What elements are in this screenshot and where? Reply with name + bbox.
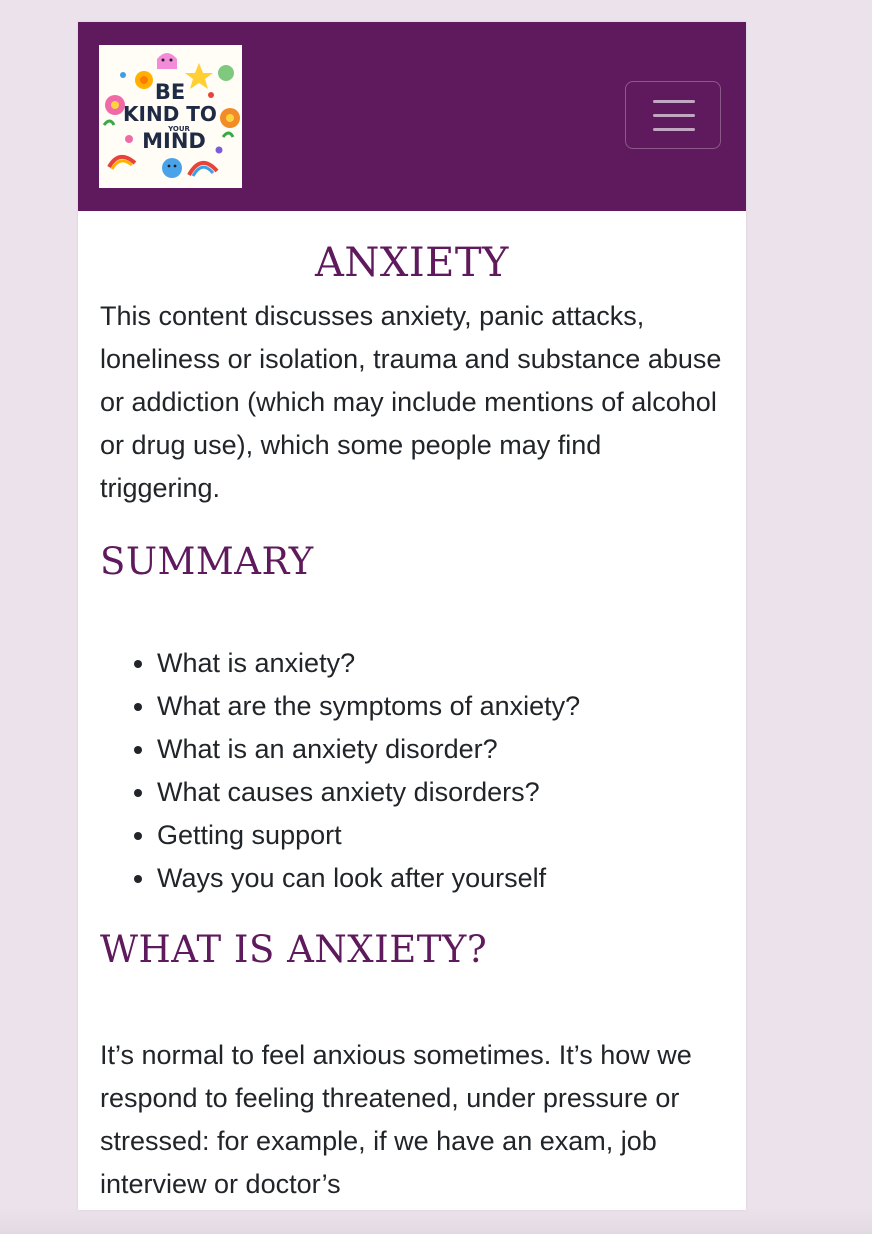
mobile-viewport: BE KIND TO YOUR MIND ANXIETY This conten…: [78, 22, 746, 1210]
logo-text-be: BE: [155, 80, 185, 104]
site-logo[interactable]: BE KIND TO YOUR MIND: [99, 45, 242, 188]
summary-item-what-is-anxiety: What is anxiety?: [157, 642, 724, 685]
logo-text-mind: MIND: [142, 129, 206, 153]
page-title: ANXIETY: [315, 240, 509, 286]
sun-icon: [135, 71, 153, 89]
summary-item-causes: What causes anxiety disorders?: [157, 771, 724, 814]
summary-item-getting-support: Getting support: [157, 814, 724, 857]
navbar: BE KIND TO YOUR MIND: [78, 22, 746, 211]
content-warning: This content discusses anxiety, panic at…: [100, 301, 722, 503]
logo-artwork: BE KIND TO YOUR MIND: [99, 45, 242, 188]
what-is-anxiety-text: It’s normal to feel anxious sometimes. I…: [100, 1040, 692, 1199]
summary-list: What is anxiety? What are the symptoms o…: [100, 642, 724, 900]
smiley-icon: [162, 158, 182, 178]
menu-toggle-button[interactable]: [625, 81, 721, 149]
summary-item-anxiety-disorder: What is an anxiety disorder?: [157, 728, 724, 771]
summary-item-symptoms: What are the symptoms of anxiety?: [157, 685, 724, 728]
window-bottom-edge: [0, 1208, 872, 1234]
flower-icon: [105, 95, 125, 115]
summary-item-self-care: Ways you can look after yourself: [157, 857, 724, 900]
logo-text-kind-to: KIND TO: [123, 102, 217, 126]
main-content: ANXIETY This content discusses anxiety, …: [78, 211, 746, 1206]
flower-icon: [220, 108, 240, 128]
what-is-anxiety-heading: WHAT IS ANXIETY?: [100, 928, 488, 971]
summary-heading: SUMMARY: [100, 540, 314, 583]
